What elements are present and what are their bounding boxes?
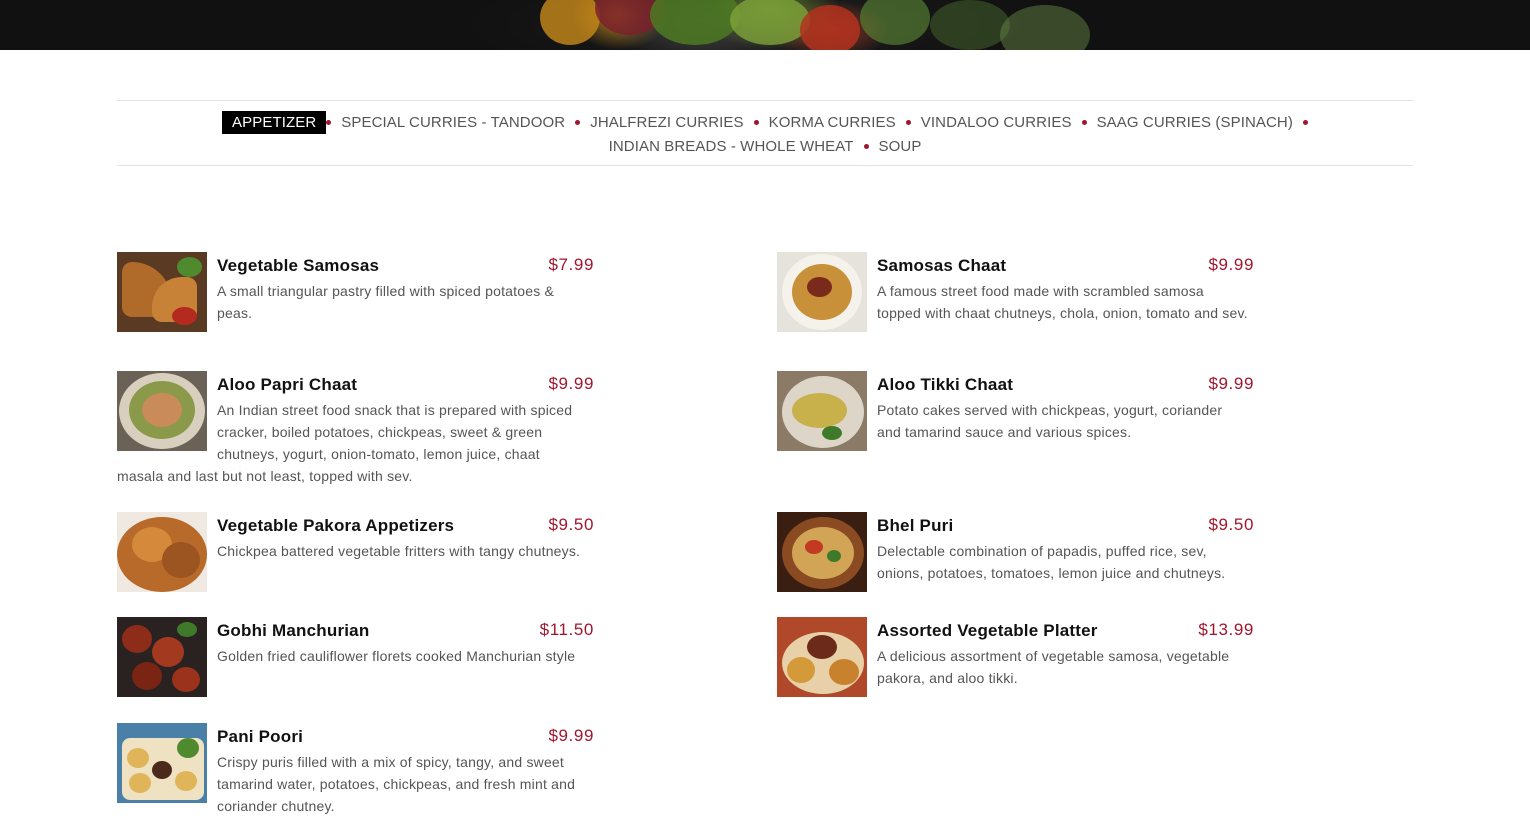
category-tab-korma-curries[interactable]: KORMA CURRIES [759, 111, 906, 134]
menu-item-name: Samosas Chaat [877, 256, 1007, 275]
menu-item-description: Delectable combination of papadis, puffe… [877, 543, 1226, 581]
menu-item-name: Vegetable Pakora Appetizers [217, 516, 455, 535]
menu-item-price: $13.99 [1198, 620, 1254, 639]
menu-item-price: $9.99 [1208, 374, 1254, 393]
category-row-2: INDIAN BREADS - WHOLE WHEAT SOUP [117, 135, 1413, 158]
category-tab-vindaloo-curries[interactable]: VINDALOO CURRIES [911, 111, 1082, 134]
category-tab-appetizer[interactable]: APPETIZER [222, 111, 327, 134]
menu-item-name: Gobhi Manchurian [217, 621, 370, 640]
menu-item-description: Crispy puris filled with a mix of spicy,… [217, 754, 576, 814]
category-tab-saag-curries[interactable]: SAAG CURRIES (SPINACH) [1087, 111, 1303, 134]
menu-item-name: Aloo Tikki Chaat [877, 375, 1014, 394]
menu-item-name: Assorted Vegetable Platter [877, 621, 1098, 640]
menu-item-price: $9.50 [1208, 515, 1254, 534]
category-row-1: APPETIZER SPECIAL CURRIES - TANDOOR JHAL… [117, 111, 1413, 134]
menu-item-price: $9.99 [548, 374, 594, 393]
menu-item-description: A small triangular pastry filled with sp… [217, 283, 555, 321]
separator-dot [1302, 120, 1308, 125]
category-tab-indian-breads[interactable]: INDIAN BREADS - WHOLE WHEAT [599, 135, 864, 158]
hero-banner-image [0, 0, 1530, 50]
menu-item-name: Bhel Puri [877, 516, 954, 535]
menu-item-name: Vegetable Samosas [217, 256, 380, 275]
category-nav: APPETIZER SPECIAL CURRIES - TANDOOR JHAL… [117, 100, 1413, 166]
menu-item-description: A famous street food made with scrambled… [877, 283, 1248, 321]
menu-item-description: A delicious assortment of vegetable samo… [877, 648, 1230, 686]
menu-item-description: Potato cakes served with chickpeas, yogu… [877, 402, 1223, 440]
menu-item-price: $11.50 [539, 620, 594, 639]
category-tab-soup[interactable]: SOUP [869, 135, 932, 158]
menu-item-price: $9.99 [548, 726, 594, 745]
menu-item-description: Golden fried cauliflower florets cooked … [217, 648, 576, 664]
menu-item-description: An Indian street food snack that is prep… [117, 402, 573, 484]
menu-item-description: Chickpea battered vegetable fritters wit… [217, 543, 581, 559]
category-tab-jhalfrezi-curries[interactable]: JHALFREZI CURRIES [580, 111, 753, 134]
menu-item-name: Pani Poori [217, 727, 304, 746]
menu-item-price: $7.99 [548, 255, 594, 274]
menu-item-name: Aloo Papri Chaat [217, 375, 358, 394]
menu-item-price: $9.99 [1208, 255, 1254, 274]
menu-item-price: $9.50 [548, 515, 594, 534]
category-tab-special-curries-tandoor[interactable]: SPECIAL CURRIES - TANDOOR [331, 111, 575, 134]
